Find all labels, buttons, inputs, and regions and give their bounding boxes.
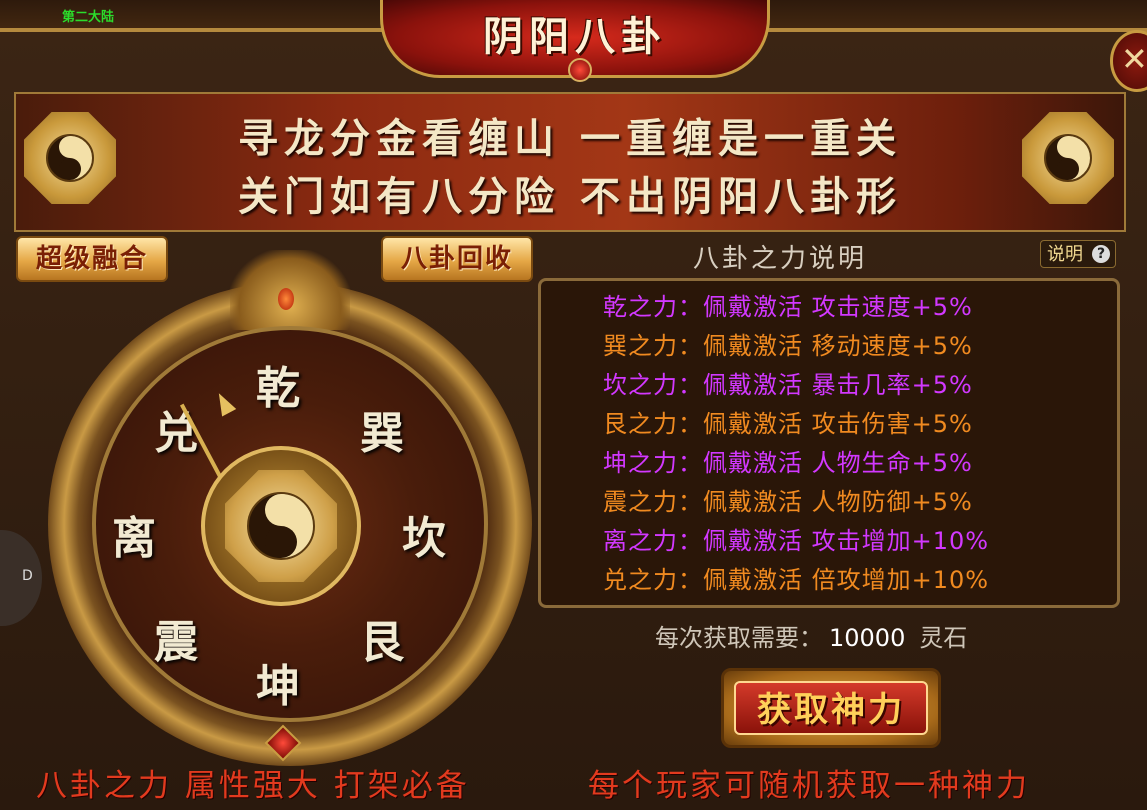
power-row: 巽之力：佩戴激活 移动速度+5% [603, 332, 973, 360]
trigram-li[interactable]: 离 [112, 502, 156, 566]
poem-line-2: 关门如有八分险 不出阴阳八卦形 [238, 173, 902, 220]
yin-yang-icon [1044, 134, 1092, 182]
trigram-xun[interactable]: 巽 [360, 397, 404, 461]
jewel-icon [568, 58, 592, 82]
yin-yang-icon [247, 492, 315, 560]
trigram-qian[interactable]: 乾 [256, 352, 300, 416]
super-fusion-button[interactable]: 超级融合 [16, 236, 168, 282]
power-row: 兑之力：佩戴激活 倍攻增加+10% [603, 566, 990, 594]
trigram-kun[interactable]: 坤 [256, 650, 300, 714]
continent-tag: 第二大陆 [62, 10, 115, 25]
help-label: 说明 [1047, 244, 1083, 265]
crown-jewel-icon [278, 288, 294, 310]
window-title: 阴阳八卦 [483, 13, 667, 60]
trigram-kan[interactable]: 坎 [402, 502, 446, 566]
bagua-recycle-button[interactable]: 八卦回收 [381, 236, 533, 282]
question-icon: ? [1092, 245, 1110, 263]
description-panel: 乾之力：佩戴激活 攻击速度+5% 巽之力：佩戴激活 移动速度+5% 坎之力：佩戴… [538, 278, 1120, 608]
trigram-dui[interactable]: 兑 [154, 397, 198, 461]
cost-line: 每次获取需要： 10000 灵石 [655, 618, 967, 653]
power-row: 离之力：佩戴激活 攻击增加+10% [603, 527, 990, 555]
footer-slogan-left: 八卦之力 属性强大 打架必备 [36, 768, 470, 804]
help-button[interactable]: 说明 ? [1040, 240, 1116, 268]
cost-label: 每次获取需要： [655, 624, 823, 652]
description-title: 八卦之力说明 [692, 244, 867, 274]
title-plate: 阴阳八卦 [380, 0, 770, 82]
obtain-button-face: 获取神力 [734, 681, 928, 735]
bagua-icon [225, 470, 337, 582]
power-row: 震之力：佩戴激活 人物防御+5% [603, 488, 973, 516]
poem-line-1: 寻龙分金看缠山 一重缠是一重关 [238, 115, 902, 162]
wheel-hub[interactable] [201, 446, 361, 606]
footer-slogan-right: 每个玩家可随机获取一种神力 [588, 768, 1030, 804]
bagua-icon [1022, 112, 1114, 204]
side-handle-label: D [22, 568, 33, 584]
poem-banner: 寻龙分金看缠山 一重缠是一重关 关门如有八分险 不出阴阳八卦形 [14, 92, 1126, 232]
power-row: 艮之力：佩戴激活 攻击伤害+5% [603, 410, 973, 438]
bagua-icon [24, 112, 116, 204]
trigram-zhen[interactable]: 震 [154, 606, 198, 670]
power-row: 乾之力：佩戴激活 攻击速度+5% [603, 293, 973, 321]
cost-unit: 灵石 [919, 624, 968, 652]
cost-amount: 10000 [829, 624, 906, 652]
yin-yang-icon [46, 134, 94, 182]
trigram-gen[interactable]: 艮 [360, 606, 404, 670]
power-row: 坎之力：佩戴激活 暴击几率+5% [603, 371, 973, 399]
obtain-power-button[interactable]: 获取神力 [721, 668, 941, 748]
power-row: 坤之力：佩戴激活 人物生命+5% [603, 449, 973, 477]
obtain-button-label: 获取神力 [757, 690, 905, 730]
